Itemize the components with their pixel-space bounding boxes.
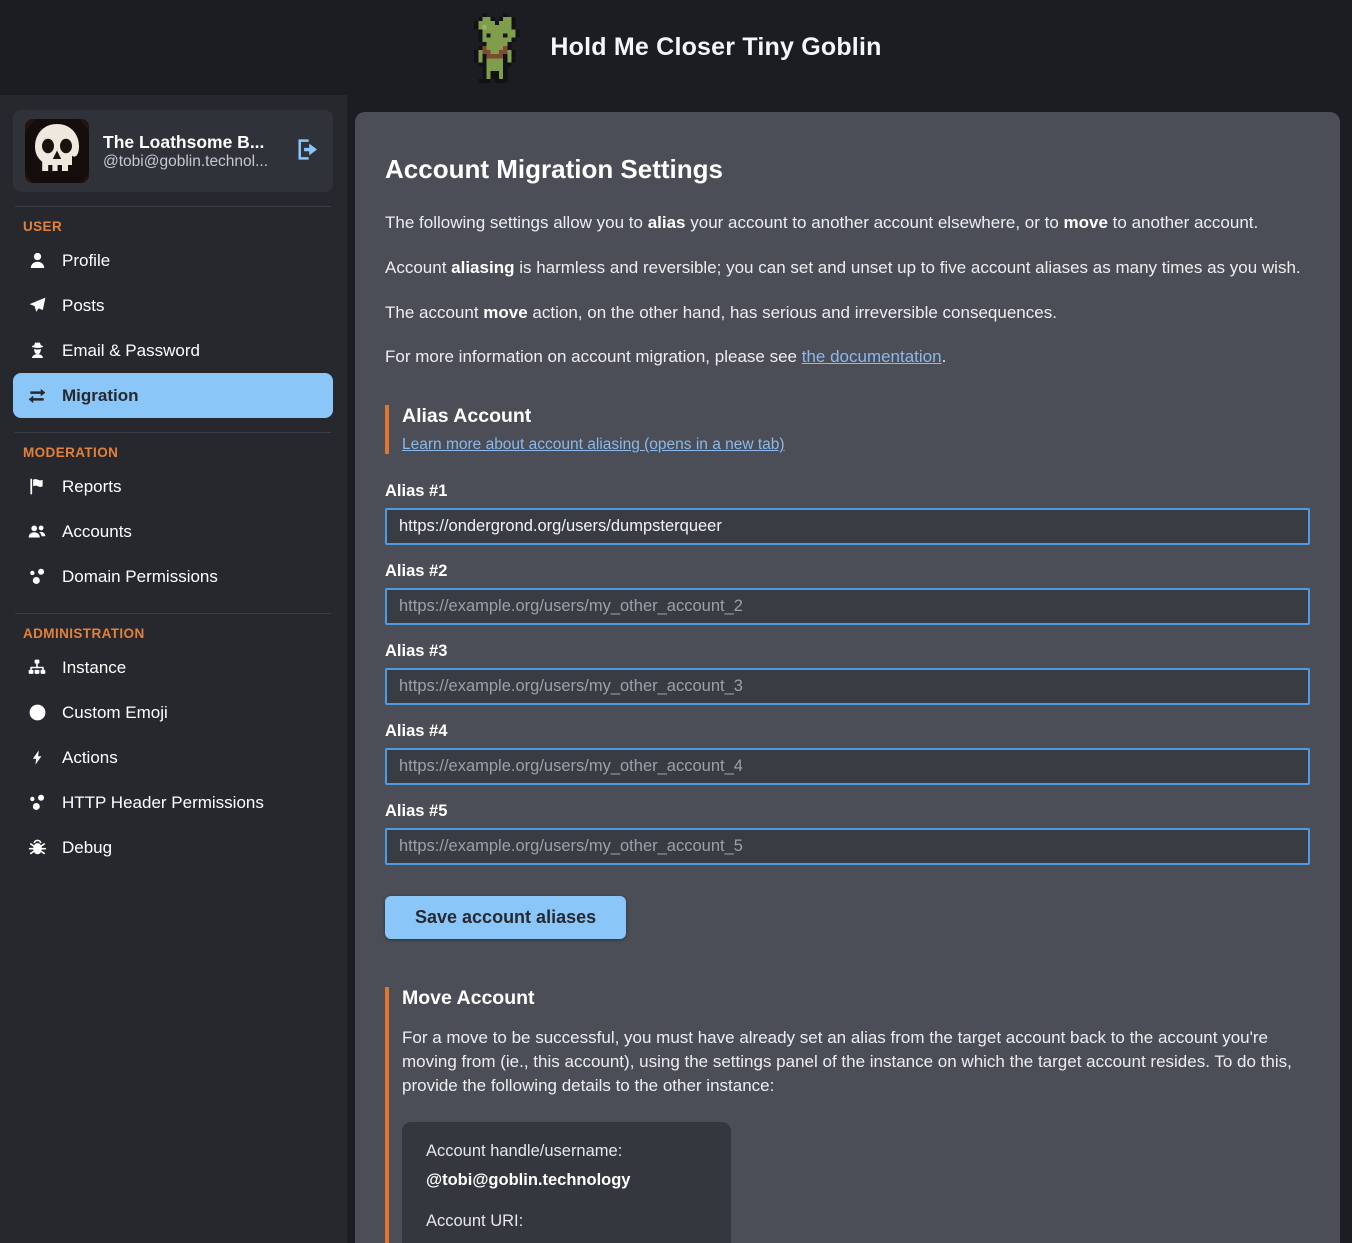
intro-paragraph-1: The following settings allow you to alia… (385, 211, 1310, 235)
divider (15, 613, 331, 614)
alias-account-section-header: Alias Account Learn more about account a… (385, 405, 1310, 454)
circle-nodes-icon (27, 793, 47, 812)
exchange-arrows-icon (27, 386, 47, 406)
nav-section-label-moderation: MODERATION (23, 445, 333, 460)
sidebar-item-custom-emoji[interactable]: Custom Emoji (13, 690, 333, 735)
alias-5-label: Alias #5 (385, 802, 1310, 821)
intro-paragraph-4: For more information on account migratio… (385, 345, 1310, 369)
alias-5-field: Alias #5 (385, 802, 1310, 865)
circle-nodes-icon (27, 567, 47, 586)
user-secret-icon (27, 341, 47, 360)
user-icon (27, 251, 47, 270)
sidebar-item-profile[interactable]: Profile (13, 238, 333, 283)
sidebar-item-email-password[interactable]: Email & Password (13, 328, 333, 373)
alias-1-input[interactable] (385, 508, 1310, 545)
alias-section-title: Alias Account (402, 405, 1310, 428)
save-aliases-button[interactable]: Save account aliases (385, 896, 626, 939)
sitemap-icon (27, 658, 47, 677)
nav-group-moderation: MODERATION Reports Accounts Domain Permi… (13, 445, 333, 599)
alias-1-label: Alias #1 (385, 482, 1310, 501)
flag-icon (27, 477, 47, 496)
sign-out-icon (294, 151, 321, 166)
account-uri-label: Account URI: (426, 1212, 707, 1231)
user-display-name: The Loathsome B... (103, 132, 264, 152)
header: Hold Me Closer Tiny Goblin (0, 0, 1352, 95)
nav-section-label-user: USER (23, 219, 333, 234)
nav-group-user: USER Profile Posts Email & Password (13, 219, 333, 418)
move-description: For a move to be successful, you must ha… (402, 1026, 1310, 1097)
move-section-title: Move Account (402, 987, 1310, 1010)
bug-icon (27, 838, 47, 857)
logout-button[interactable] (294, 136, 321, 166)
avatar (25, 119, 89, 183)
alias-3-field: Alias #3 (385, 642, 1310, 705)
sidebar-item-instance[interactable]: Instance (13, 645, 333, 690)
alias-3-label: Alias #3 (385, 642, 1310, 661)
instance-title: Hold Me Closer Tiny Goblin (550, 33, 881, 62)
paper-plane-icon (27, 296, 47, 315)
alias-4-field: Alias #4 (385, 722, 1310, 785)
bolt-icon (27, 748, 47, 767)
skull-avatar-image (25, 119, 89, 183)
alias-4-label: Alias #4 (385, 722, 1310, 741)
alias-2-field: Alias #2 (385, 562, 1310, 625)
documentation-link[interactable]: the documentation (802, 347, 942, 366)
account-handle-value: @tobi@goblin.technology (426, 1171, 707, 1190)
divider (15, 206, 331, 207)
nav-section-label-administration: ADMINISTRATION (23, 626, 333, 641)
alias-4-input[interactable] (385, 748, 1310, 785)
intro-paragraph-2: Account aliasing is harmless and reversi… (385, 256, 1310, 280)
sidebar-item-domain-permissions[interactable]: Domain Permissions (13, 554, 333, 599)
intro-paragraph-3: The account move action, on the other ha… (385, 301, 1310, 325)
alias-learn-more-link[interactable]: Learn more about account aliasing (opens… (402, 436, 785, 453)
goblin-mascot-image (470, 11, 528, 85)
main-panel: Account Migration Settings The following… (355, 112, 1340, 1243)
users-icon (27, 522, 47, 541)
alias-5-input[interactable] (385, 828, 1310, 865)
alias-2-label: Alias #2 (385, 562, 1310, 581)
alias-2-input[interactable] (385, 588, 1310, 625)
sidebar-item-migration[interactable]: Migration (13, 373, 333, 418)
account-handle-label: Account handle/username: (426, 1142, 707, 1161)
smiley-icon (27, 703, 47, 722)
sidebar-item-debug[interactable]: Debug (13, 825, 333, 870)
account-details-panel: Account handle/username: @tobi@goblin.te… (402, 1122, 731, 1243)
user-handle: @tobi@goblin.technol... (103, 153, 268, 170)
alias-1-field: Alias #1 (385, 482, 1310, 545)
sidebar-item-actions[interactable]: Actions (13, 735, 333, 780)
nav-group-administration: ADMINISTRATION Instance Custom Emoji Act… (13, 626, 333, 870)
sidebar-item-accounts[interactable]: Accounts (13, 509, 333, 554)
divider (15, 432, 331, 433)
sidebar-item-posts[interactable]: Posts (13, 283, 333, 328)
move-account-section: Move Account For a move to be successful… (385, 987, 1310, 1243)
sidebar-item-http-header-permissions[interactable]: HTTP Header Permissions (13, 780, 333, 825)
page-title: Account Migration Settings (385, 154, 1310, 185)
user-card[interactable]: The Loathsome B... @tobi@goblin.technol.… (13, 110, 333, 192)
alias-3-input[interactable] (385, 668, 1310, 705)
sidebar-item-reports[interactable]: Reports (13, 464, 333, 509)
goblin-pixel-art (470, 11, 528, 85)
sidebar: The Loathsome B... @tobi@goblin.technol.… (0, 95, 347, 1243)
